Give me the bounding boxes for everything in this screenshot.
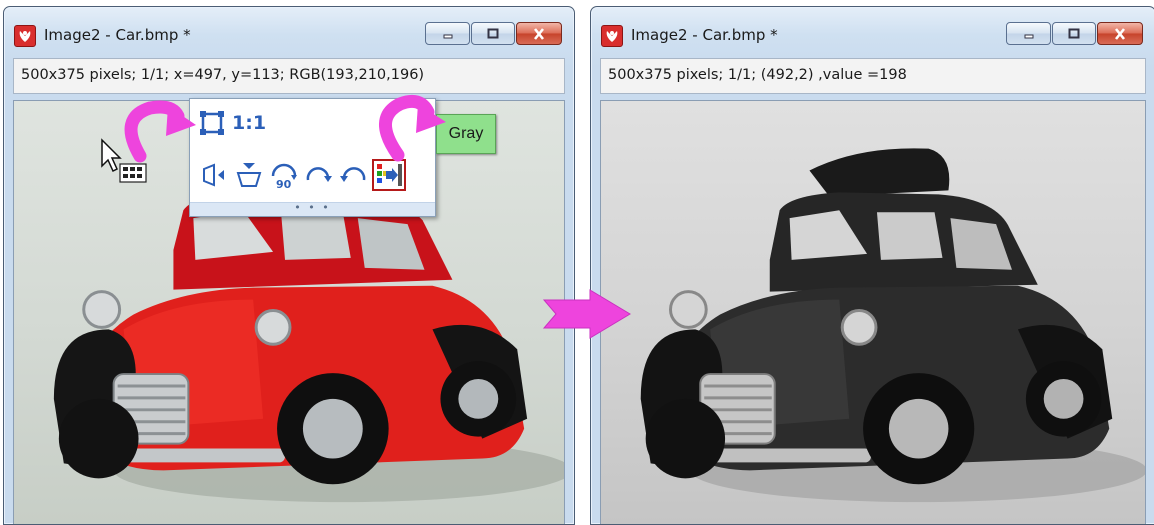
rotate-90-icon: 90 (271, 163, 297, 190)
close-button[interactable] (516, 22, 562, 45)
caption-buttons (1006, 22, 1143, 45)
minimize-icon (1024, 34, 1033, 38)
app-logo-icon[interactable] (601, 25, 623, 47)
title-bar[interactable]: Image2 - Car.bmp * (591, 7, 1154, 51)
rotate-clockwise-button[interactable] (304, 160, 334, 190)
convert-to-gray-button[interactable] (372, 159, 406, 191)
flip-horizontal-icon (203, 163, 224, 187)
minimize-button[interactable] (1006, 22, 1051, 45)
flip-horizontal-button[interactable] (200, 160, 230, 190)
flip-vertical-icon (236, 163, 262, 187)
gray-label-badge: Gray (436, 114, 496, 154)
close-icon (1114, 27, 1126, 40)
cursor-with-toolbar-icon (101, 138, 147, 183)
fit-to-window-icon (200, 111, 224, 135)
maximize-icon (1068, 28, 1080, 38)
title-bar[interactable]: Image2 - Car.bmp * (4, 7, 574, 51)
rotate-counterclockwise-icon (340, 167, 366, 182)
car-image-grayscale (640, 148, 1145, 503)
status-bar: 500x375 pixels; 1/1; (492,2) ,value =198 (600, 58, 1146, 94)
one-to-one-button[interactable]: 1:1 (232, 112, 266, 134)
image-canvas-grayscale[interactable] (600, 100, 1146, 524)
close-icon (533, 27, 545, 40)
maximize-icon (487, 28, 499, 38)
rotate-90-label: 90 (276, 178, 292, 190)
maximize-button[interactable] (1052, 22, 1096, 45)
minimize-icon (443, 34, 452, 38)
caption-buttons (425, 22, 562, 45)
close-button[interactable] (1097, 22, 1143, 45)
flip-vertical-button[interactable] (234, 160, 264, 190)
window-title: Image2 - Car.bmp * (44, 26, 191, 44)
maximize-button[interactable] (471, 22, 515, 45)
fit-to-window-button[interactable] (198, 109, 226, 137)
image-window-right: Image2 - Car.bmp * 500x375 pixels; 1/1; … (590, 6, 1154, 525)
rotate-90-button[interactable]: 90 (268, 160, 300, 190)
status-bar: 500x375 pixels; 1/1; x=497, y=113; RGB(1… (13, 58, 565, 94)
rotate-clockwise-icon (306, 167, 332, 182)
minimize-button[interactable] (425, 22, 470, 45)
app-logo-icon[interactable] (14, 25, 36, 47)
toolbar-footer[interactable]: • • • (190, 202, 435, 216)
mini-toolbar: 1:1 90 • • • (189, 98, 436, 217)
window-title: Image2 - Car.bmp * (631, 26, 778, 44)
convert-to-gray-icon (372, 159, 406, 191)
image-window-left: Image2 - Car.bmp * 500x375 pixels; 1/1; … (3, 6, 575, 525)
rotate-counterclockwise-button[interactable] (338, 160, 368, 190)
